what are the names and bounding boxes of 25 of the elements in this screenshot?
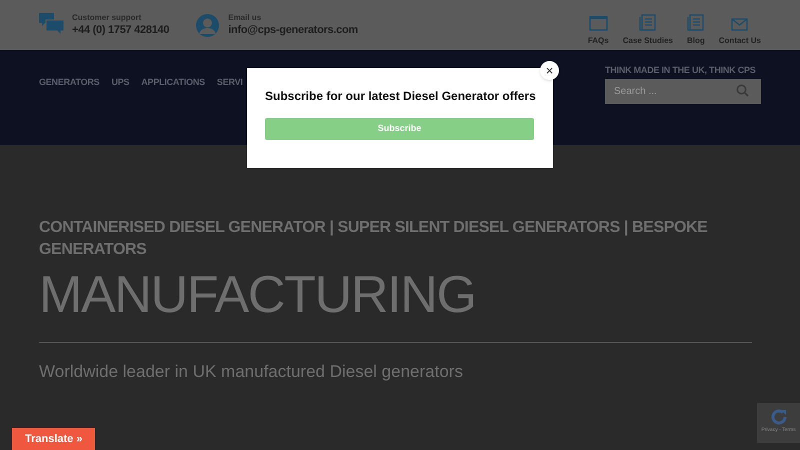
nav-link[interactable]: GENERATORS	[39, 76, 100, 145]
nav-link[interactable]: SERVI	[216, 76, 243, 145]
document-icon	[639, 14, 656, 30]
folder-icon	[588, 14, 608, 30]
hero-subtitle: CONTAINERISED DIESEL GENERATOR | SUPER SILENT DIESEL GENERATORS | BESPOKE GENERATORS	[39, 218, 708, 260]
quick-link[interactable]: FAQs	[588, 4, 609, 46]
translate-button[interactable]: Translate »	[12, 428, 96, 450]
search-icon	[736, 84, 749, 97]
nav-link[interactable]: UPS	[111, 76, 130, 145]
refresh-icon	[768, 407, 788, 427]
contact-value[interactable]: info@cps-generators.com	[228, 23, 358, 38]
quick-link[interactable]: Blog	[686, 4, 705, 46]
nav-link[interactable]: APPLICATIONS	[141, 76, 205, 145]
subscribe-button[interactable]: Subscribe	[265, 118, 534, 140]
tagline: THINK MADE IN THE UK, THINK CPS	[605, 64, 757, 77]
hero-text: Worldwide leader in UK manufactured Diesel generators	[39, 361, 464, 383]
envelope-icon	[731, 18, 748, 30]
document-icon	[687, 14, 704, 30]
quick-link[interactable]: Case Studies	[622, 4, 673, 46]
modal-title: Subscribe for our latest Diesel Generator offers	[265, 88, 535, 105]
quick-link[interactable]: Contact Us	[718, 8, 761, 46]
hero-title: MANUFACTURING	[39, 265, 477, 326]
user-avatar-icon	[195, 12, 220, 38]
search-field[interactable]: Search ...	[605, 79, 761, 104]
contact-value[interactable]: +44 (0) 1757 428140	[72, 23, 170, 38]
